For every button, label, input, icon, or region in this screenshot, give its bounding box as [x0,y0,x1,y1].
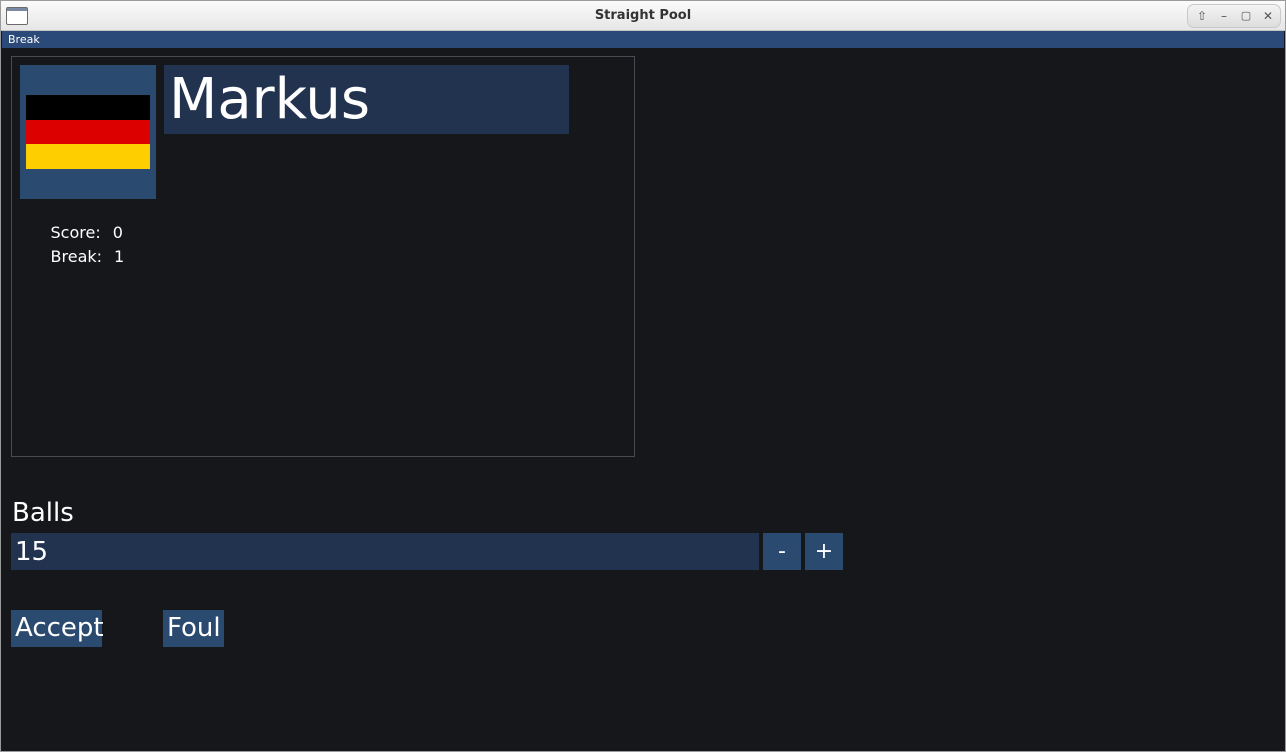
menu-bar: Break [2,31,1284,48]
flag-stripe-red [26,119,150,145]
window-title: Straight Pool [594,8,692,23]
player-name-box: Markus [164,65,569,134]
break-row: Break: 1 [20,228,125,285]
title-bar[interactable]: Straight Pool ⇧ – ▢ ✕ [1,1,1285,31]
player-panel: Markus Score: 0 Break: 1 [11,56,635,457]
decrement-button[interactable]: - [763,533,801,570]
break-value: 1 [114,247,125,266]
flag-stripe-black [26,95,150,120]
balls-label: Balls [12,498,74,528]
minimize-icon[interactable]: – [1215,7,1233,25]
balls-input[interactable] [11,533,759,570]
increment-button[interactable]: + [805,533,843,570]
break-label: Break: [50,247,103,266]
germany-flag-icon [26,95,150,169]
player-flag-box [20,65,156,199]
window-controls: ⇧ – ▢ ✕ [1187,4,1281,28]
player-name: Markus [169,67,371,132]
close-icon[interactable]: ✕ [1259,7,1277,25]
shade-icon[interactable]: ⇧ [1193,7,1211,25]
accept-button[interactable]: Accept [11,610,104,647]
foul-button[interactable]: Foul [163,610,224,647]
maximize-icon[interactable]: ▢ [1237,7,1255,25]
flag-stripe-gold [26,144,150,169]
app-window: Straight Pool ⇧ – ▢ ✕ Break Markus Score… [0,0,1286,752]
menu-item-break[interactable]: Break [8,33,40,46]
